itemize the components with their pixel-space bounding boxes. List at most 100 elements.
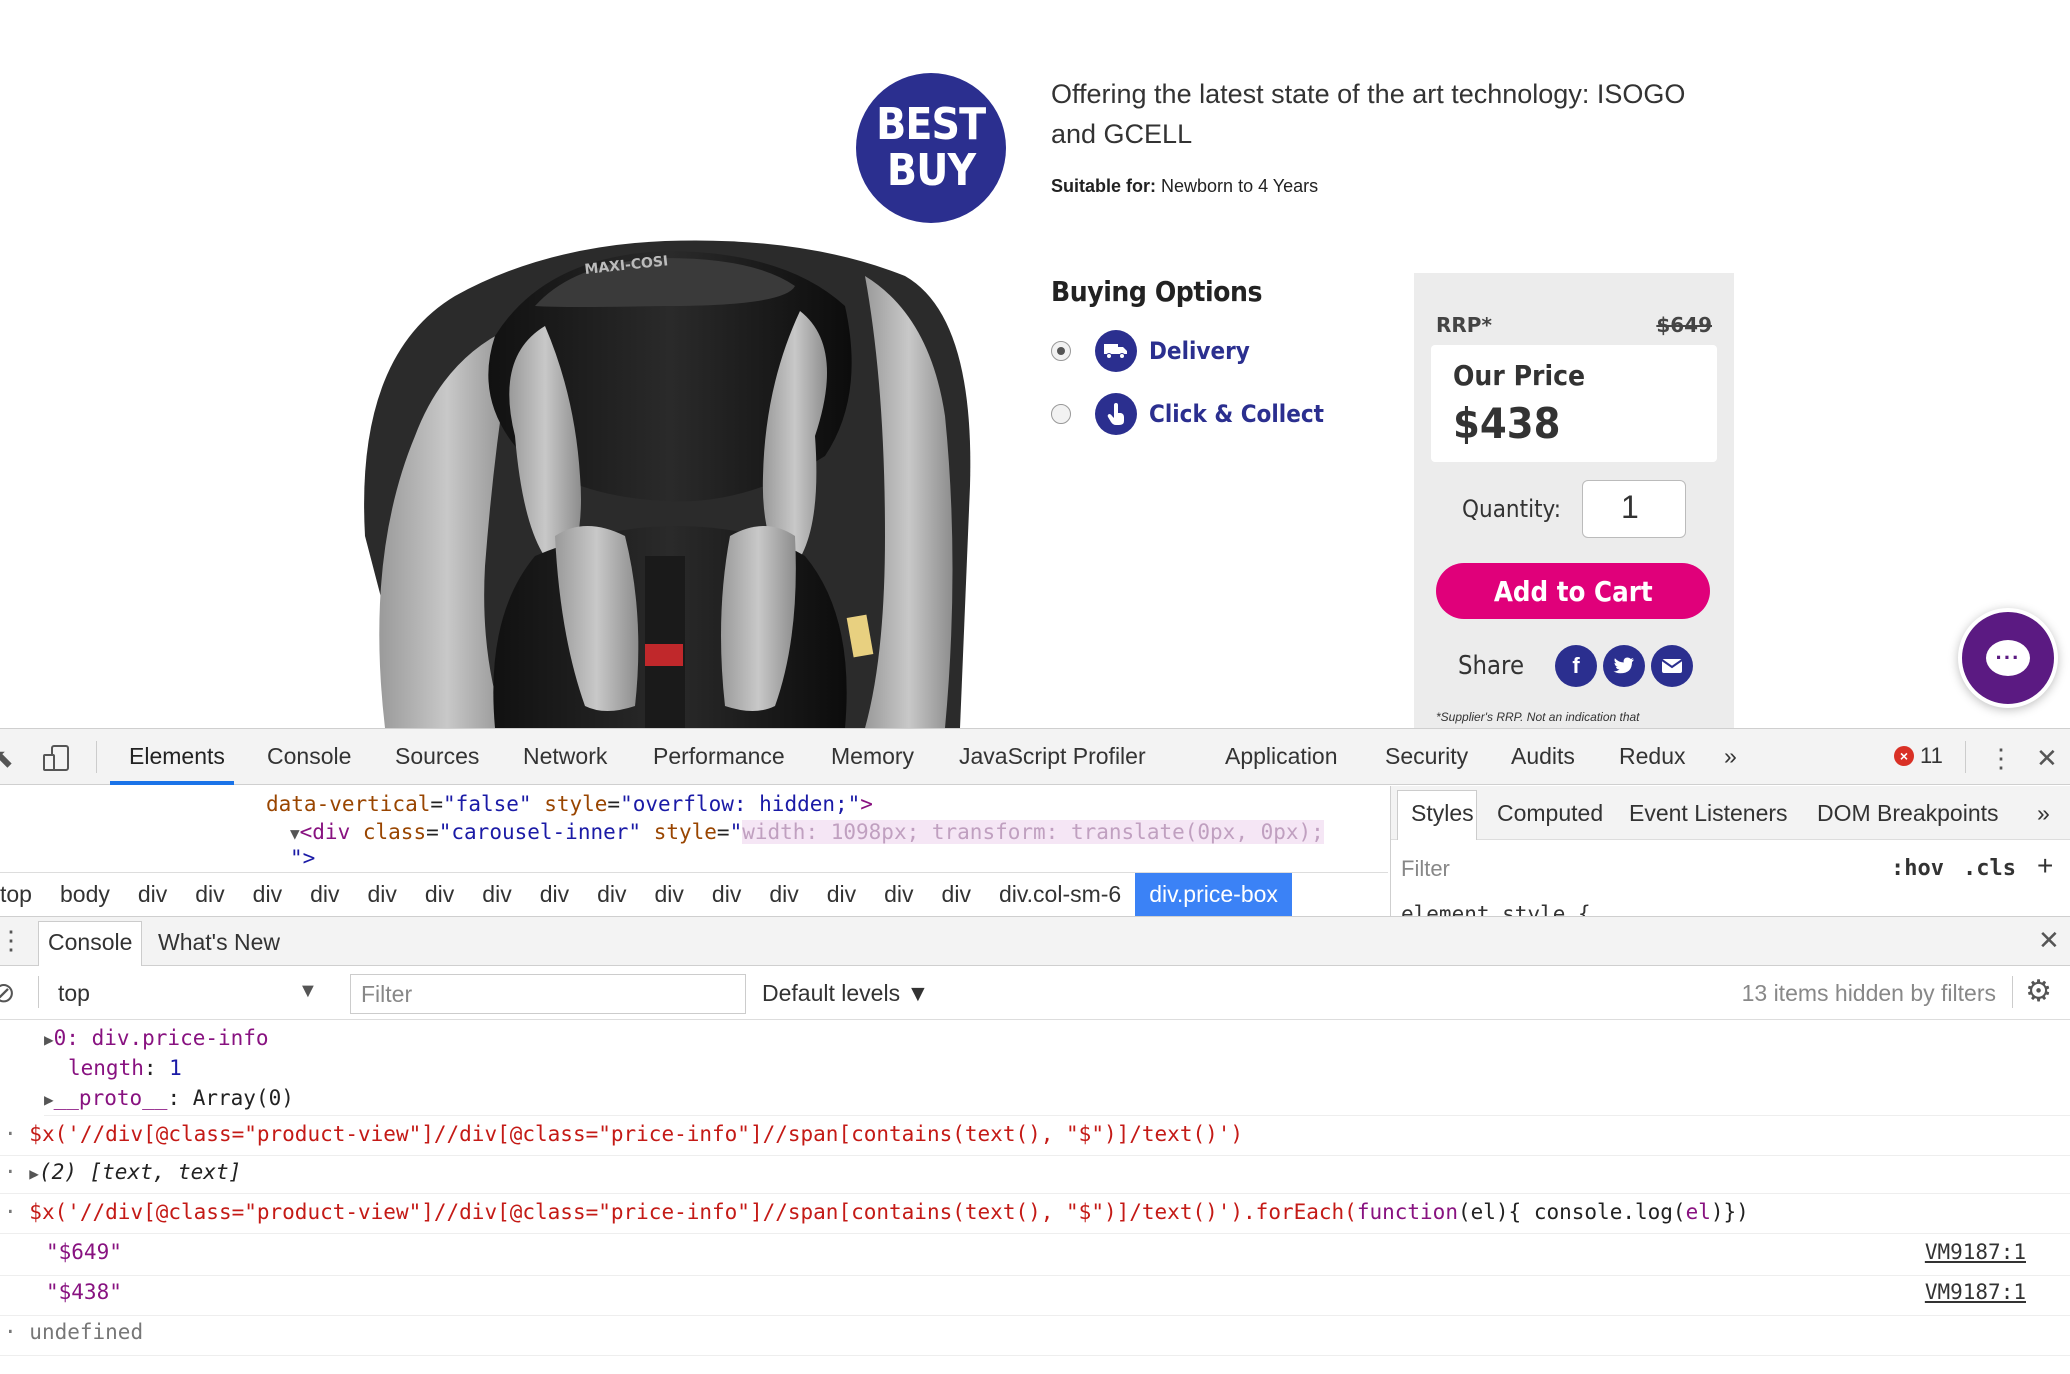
dom-line-2[interactable]: ▼<div class="carousel-inner" style="widt… <box>290 820 1324 844</box>
breadcrumb-item[interactable]: div <box>641 873 698 917</box>
clear-console-icon[interactable]: ⊘ <box>0 976 15 1009</box>
tab-dom-breakpoints[interactable]: DOM Breakpoints <box>1817 800 1999 827</box>
device-toggle-icon[interactable] <box>42 743 72 780</box>
buying-options-title: Buying Options <box>1051 275 1263 308</box>
dom-line-1[interactable]: data-vertical="false" style="overflow: h… <box>266 792 873 816</box>
breadcrumb-item[interactable]: div <box>698 873 755 917</box>
breadcrumb-item[interactable]: div.col-sm-6 <box>985 873 1135 917</box>
click-collect-label: Click & Collect <box>1149 400 1324 428</box>
kebab-menu-icon[interactable]: ⋮ <box>1988 743 2014 774</box>
console-settings-gear-icon[interactable]: ⚙ <box>2025 974 2052 1009</box>
devtools-panel: ⬉ Elements Console Sources Network Perfo… <box>0 728 2070 1374</box>
breadcrumb-item[interactable]: div <box>526 873 583 917</box>
breadcrumb-item[interactable]: div <box>411 873 468 917</box>
dom-line-3[interactable]: "> <box>290 846 315 870</box>
command-text: $x('//div[@class="product-view"]//div[@c… <box>29 1122 1244 1146</box>
breadcrumb-item[interactable]: div <box>870 873 927 917</box>
add-to-cart-button[interactable]: Add to Cart <box>1436 563 1710 619</box>
expand-triangle-icon[interactable]: ▼ <box>290 824 300 843</box>
breadcrumb-item[interactable]: div <box>813 873 870 917</box>
tab-sources[interactable]: Sources <box>395 743 479 770</box>
breadcrumb-item[interactable]: div <box>181 873 238 917</box>
more-sidebar-tabs-icon[interactable]: » <box>2037 800 2050 827</box>
click-collect-radio[interactable] <box>1051 404 1071 424</box>
source-link[interactable]: VM9187:1 <box>1925 1240 2026 1264</box>
tab-elements[interactable]: Elements <box>129 743 225 770</box>
log-value: "$438" <box>46 1280 122 1304</box>
drawer-tab-whats-new[interactable]: What's New <box>158 929 280 956</box>
option-click-collect[interactable]: Click & Collect <box>1051 393 1343 435</box>
breadcrumb-item-selected[interactable]: div.price-box <box>1135 872 1292 917</box>
breadcrumb-item[interactable]: div <box>468 873 525 917</box>
quantity-input[interactable]: 1 <box>1582 480 1686 538</box>
hover-state-toggle[interactable]: :hov <box>1891 856 1944 881</box>
facebook-icon[interactable]: f <box>1555 645 1598 687</box>
tab-application[interactable]: Application <box>1225 743 1338 770</box>
result-text: (2) [text, text] <box>38 1160 242 1184</box>
rrp-value: $649 <box>1656 313 1712 337</box>
console-command-1[interactable]: · $x('//div[@class="product-view"]//div[… <box>0 1122 2070 1156</box>
breadcrumb-item[interactable]: div <box>124 873 181 917</box>
twitter-icon[interactable] <box>1603 645 1646 687</box>
expand-triangle-icon[interactable]: ▶ <box>44 1030 54 1049</box>
tab-styles[interactable]: Styles <box>1411 800 1474 827</box>
tab-network[interactable]: Network <box>523 743 607 770</box>
more-tabs-icon[interactable]: » <box>1724 743 1737 770</box>
rrp-label: RRP* <box>1436 313 1492 337</box>
error-badge[interactable]: × 11 <box>1894 743 1943 769</box>
breadcrumb-item[interactable]: div <box>755 873 812 917</box>
best-buy-logo[interactable]: BEST BUY <box>856 73 1006 223</box>
inspect-cursor-icon[interactable]: ⬉ <box>0 743 14 774</box>
option-delivery[interactable]: Delivery <box>1051 330 1261 372</box>
console-output[interactable]: ▶0: div.price-info length: 1 ▶__proto__:… <box>0 1020 2070 1374</box>
tab-redux[interactable]: Redux <box>1619 743 1685 770</box>
breadcrumb-item[interactable]: div <box>296 873 353 917</box>
tab-security[interactable]: Security <box>1385 743 1468 770</box>
log-levels-dropdown[interactable]: Default levels ▼ <box>762 980 929 1007</box>
console-command-2[interactable]: · $x('//div[@class="product-view"]//div[… <box>0 1200 2070 1234</box>
delivery-radio[interactable] <box>1051 341 1071 361</box>
tab-memory[interactable]: Memory <box>831 743 914 770</box>
console-filter-input[interactable]: Filter <box>350 974 746 1014</box>
console-row-proto[interactable]: ▶__proto__: Array(0) <box>44 1086 2070 1116</box>
breadcrumb-item[interactable]: div <box>239 873 296 917</box>
dom-attr-name: data-vertical <box>266 792 431 816</box>
tab-performance[interactable]: Performance <box>653 743 785 770</box>
breadcrumb-item[interactable]: div <box>353 873 410 917</box>
element-style-rule[interactable]: element.style { <box>1401 902 1591 916</box>
chevron-down-icon[interactable]: ▼ <box>298 980 318 1003</box>
toolbar-divider <box>38 976 39 1008</box>
logo-text-line2: BUY <box>886 145 976 196</box>
console-log-output-2: "$438" VM9187:1 <box>0 1280 2070 1316</box>
add-rule-icon[interactable]: + <box>2037 850 2053 882</box>
chat-button[interactable]: ··· <box>1958 608 2058 708</box>
expand-triangle-icon[interactable]: ▶ <box>44 1090 54 1109</box>
breadcrumb-item[interactable]: top <box>0 873 46 917</box>
tab-javascript-profiler[interactable]: JavaScript Profiler <box>959 743 1146 770</box>
drawer-menu-icon[interactable]: ⋮ <box>0 925 24 956</box>
tab-audits[interactable]: Audits <box>1511 743 1575 770</box>
class-toggle[interactable]: .cls <box>1963 856 2016 881</box>
email-icon[interactable] <box>1651 645 1694 687</box>
context-select[interactable]: top <box>58 980 90 1007</box>
tab-computed[interactable]: Computed <box>1497 800 1603 827</box>
command-text: $x('//div[@class="product-view"]//div[@c… <box>29 1200 1357 1224</box>
drawer-tab-console[interactable]: Console <box>48 929 132 956</box>
close-devtools-icon[interactable]: ✕ <box>2036 743 2058 774</box>
logo-text-line1: BEST <box>876 99 986 150</box>
breadcrumb-item[interactable]: div <box>583 873 640 917</box>
styles-filter-input[interactable]: Filter <box>1401 856 1450 882</box>
console-result-1[interactable]: · ▶(2) [text, text] <box>0 1160 2070 1194</box>
close-drawer-icon[interactable]: ✕ <box>2038 925 2060 956</box>
product-image-car-seat[interactable]: MAXI-COSI <box>345 236 985 728</box>
console-row-object-entry[interactable]: ▶0: div.price-info <box>44 1026 2070 1050</box>
breadcrumb-item[interactable]: div <box>928 873 985 917</box>
price-box: RRP* $649 Our Price $438 Quantity: 1 Add… <box>1414 273 1734 728</box>
breadcrumb-item[interactable]: body <box>46 873 124 917</box>
toolbar-divider <box>2012 976 2013 1008</box>
tab-console[interactable]: Console <box>267 743 351 770</box>
log-value: "$649" <box>46 1240 122 1264</box>
source-link[interactable]: VM9187:1 <box>1925 1280 2026 1304</box>
expand-triangle-icon[interactable]: ▶ <box>29 1164 39 1183</box>
tab-event-listeners[interactable]: Event Listeners <box>1629 800 1788 827</box>
